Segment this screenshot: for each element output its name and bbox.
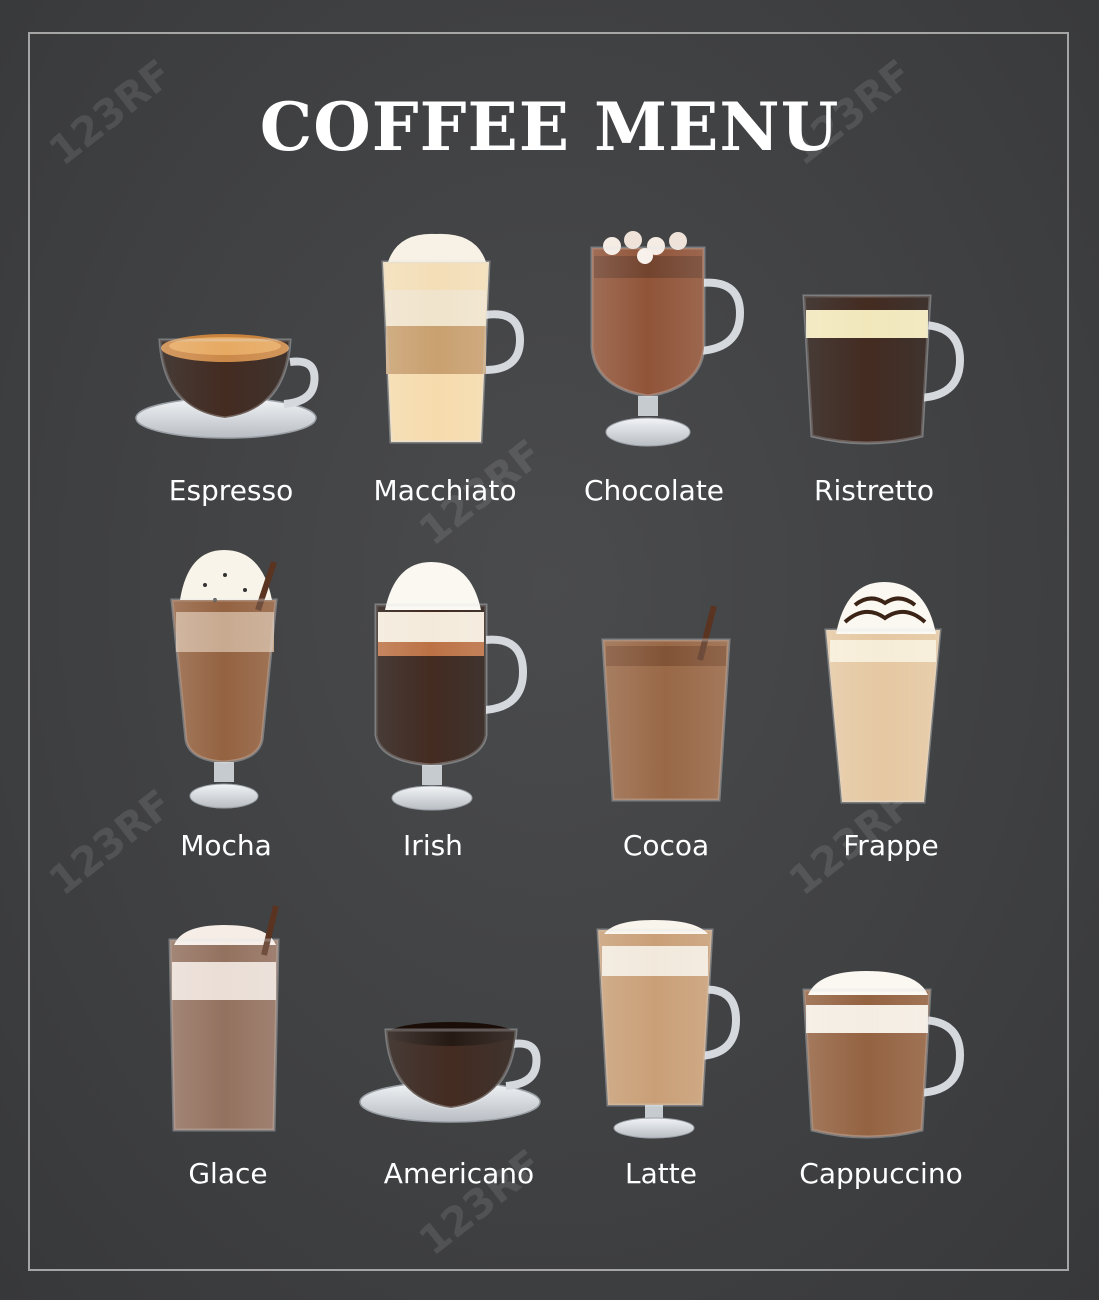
- chocolate-mug-icon: [590, 231, 745, 447]
- drink-label-mocha: Mocha: [180, 829, 272, 862]
- drink-label-macchiato: Macchiato: [373, 474, 517, 507]
- drink-label-latte: Latte: [625, 1157, 697, 1190]
- latte-glass-icon: [596, 920, 741, 1139]
- drink-label-irish: Irish: [403, 829, 463, 862]
- ristretto-mug-icon: [802, 294, 965, 445]
- mocha-glass-icon: [170, 550, 278, 809]
- cappuccino-mug-icon: [802, 971, 965, 1139]
- macchiato-glass-icon: [381, 233, 525, 444]
- americano-cup-icon: [359, 1022, 541, 1123]
- drink-illustrations: [135, 231, 965, 1139]
- glace-glass-icon: [168, 905, 280, 1132]
- frappe-glass-icon: [824, 582, 942, 804]
- drink-label-espresso: Espresso: [168, 474, 294, 507]
- irish-mug-icon: [374, 562, 528, 811]
- drink-label-cocoa: Cocoa: [622, 829, 710, 862]
- drink-label-ristretto: Ristretto: [813, 474, 934, 507]
- drink-label-chocolate: Chocolate: [583, 474, 725, 507]
- menu-board: 123RF 123RF 123RF 123RF 123RF 123RF COFF…: [0, 0, 1099, 1300]
- drink-label-glace: Glace: [188, 1157, 268, 1190]
- drink-label-frappe: Frappe: [843, 829, 939, 862]
- espresso-cup-icon: [135, 334, 319, 439]
- cocoa-glass-icon: [601, 605, 731, 802]
- drink-label-cappuccino: Cappuccino: [799, 1157, 963, 1190]
